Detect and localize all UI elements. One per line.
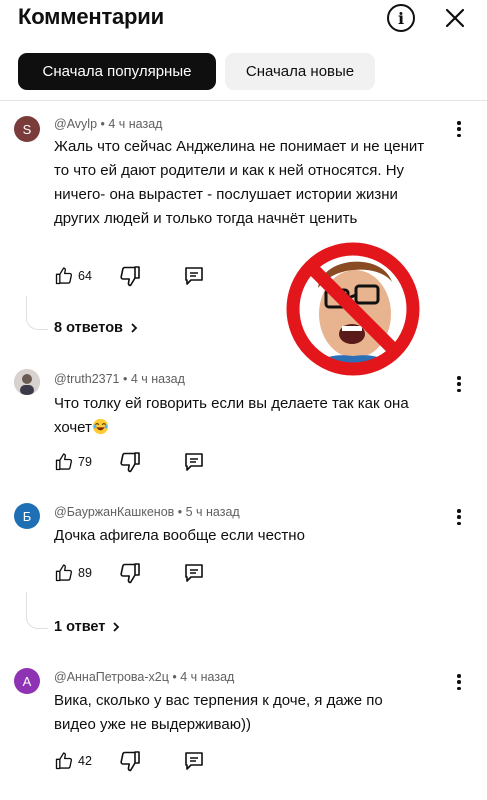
comment-meta: @БауржанКашкенов • 5 ч назад <box>54 505 240 519</box>
comment-meta: @Avylp • 4 ч назад <box>54 117 163 131</box>
close-icon[interactable] <box>442 5 468 31</box>
sort-chips: Сначала популярные Сначала новые <box>18 53 375 90</box>
like-button[interactable]: 42 <box>54 751 118 771</box>
header-divider <box>0 100 487 101</box>
comment-actions: 89 <box>54 561 206 585</box>
avatar[interactable]: S <box>14 116 40 142</box>
comment-actions: 42 <box>54 749 206 773</box>
chevron-right-icon <box>113 622 120 632</box>
comment-text: Что толку ей говорить если вы делаете та… <box>54 392 449 440</box>
comment-meta: @truth2371 • 4 ч назад <box>54 372 185 386</box>
page-title: Комментарии <box>18 4 164 29</box>
like-button[interactable]: 79 <box>54 452 118 472</box>
chevron-right-icon <box>131 323 138 333</box>
reply-icon[interactable] <box>182 561 206 585</box>
show-replies-button[interactable]: 8 ответов <box>54 320 139 336</box>
reply-icon[interactable] <box>182 450 206 474</box>
replies-count: 1 ответ <box>54 619 106 635</box>
sort-newest-chip[interactable]: Сначала новые <box>225 53 375 90</box>
avatar[interactable] <box>14 369 40 395</box>
avatar-photo <box>14 369 40 395</box>
thumb-down-icon[interactable] <box>118 561 142 585</box>
more-vert-icon[interactable] <box>453 672 465 692</box>
comment-actions: 64 <box>54 264 206 288</box>
more-vert-icon[interactable] <box>453 119 465 139</box>
thumb-down-icon[interactable] <box>118 450 142 474</box>
comments-header: Комментарии i <box>0 0 487 40</box>
more-vert-icon[interactable] <box>453 374 465 394</box>
like-count: 79 <box>78 455 92 469</box>
like-button[interactable]: 64 <box>54 266 118 286</box>
thumb-down-icon[interactable] <box>118 749 142 773</box>
reply-icon[interactable] <box>182 264 206 288</box>
comment-text: Жаль что сейчас Анджелина не понимает и … <box>54 138 425 227</box>
show-replies-button[interactable]: 1 ответ <box>54 619 121 635</box>
thumb-up-icon <box>55 267 73 285</box>
avatar[interactable]: Б <box>14 503 40 529</box>
thread-line <box>26 296 48 330</box>
like-button[interactable]: 89 <box>54 563 118 583</box>
comment-actions: 79 <box>54 450 206 474</box>
comment-meta: @АннаПетрова-х2ц • 4 ч назад <box>54 670 235 684</box>
thumb-up-icon <box>55 752 73 770</box>
info-icon[interactable]: i <box>387 4 415 32</box>
like-count: 89 <box>78 566 92 580</box>
avatar[interactable]: А <box>14 668 40 694</box>
thumb-down-icon[interactable] <box>118 264 142 288</box>
thumb-up-icon <box>55 564 73 582</box>
sort-popular-chip[interactable]: Сначала популярные <box>18 53 216 90</box>
comment-text: Вика, сколько у вас терпения к доче, я д… <box>54 692 383 733</box>
thumb-up-icon <box>55 453 73 471</box>
comment-text: Дочка афигела вообще если честно <box>54 527 305 544</box>
like-count: 42 <box>78 754 92 768</box>
more-vert-icon[interactable] <box>453 507 465 527</box>
prohibited-face-sticker <box>283 239 423 379</box>
thread-line <box>26 592 48 629</box>
laughing-emoji-icon <box>92 418 109 435</box>
replies-count: 8 ответов <box>54 320 123 336</box>
reply-icon[interactable] <box>182 749 206 773</box>
like-count: 64 <box>78 269 92 283</box>
